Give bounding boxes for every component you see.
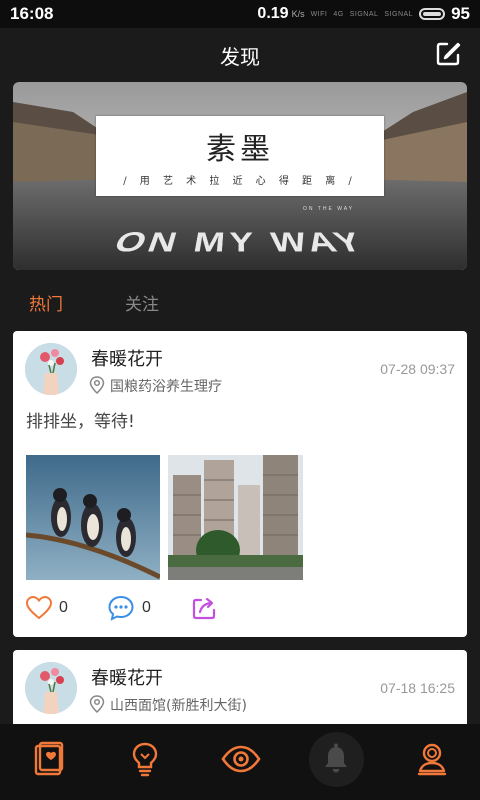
- banner-small-text: ON THE WAY: [303, 206, 355, 212]
- location-icon: [89, 376, 105, 394]
- page-title: 发现: [220, 45, 260, 69]
- signal-label-4g: 4G: [333, 10, 344, 18]
- network-speed: 0.19: [257, 5, 289, 22]
- post-location[interactable]: 国粮药浴养生理疗: [110, 376, 222, 396]
- status-bar: 16:08 0.19 K/s WIFI 4G SIGNAL SIGNAL 95: [0, 0, 480, 28]
- user-name[interactable]: 春暖花开: [91, 345, 163, 371]
- battery-icon: [419, 8, 446, 20]
- battery-level: 95: [451, 4, 470, 23]
- signal-label-2: SIGNAL: [384, 10, 414, 18]
- location-icon: [89, 695, 105, 713]
- banner-title: 素墨: [206, 132, 274, 167]
- banner-subtitle: / 用 艺 术 拉 近 心 得 距 离 /: [123, 176, 357, 187]
- banner-road-text: ON MY WAY: [107, 227, 373, 259]
- avatar[interactable]: [25, 662, 77, 714]
- post-location[interactable]: 山西面馆(新胜利大街): [110, 695, 247, 715]
- status-indicators: 0.19 K/s WIFI 4G SIGNAL SIGNAL 95: [257, 4, 470, 24]
- eye-icon[interactable]: [221, 741, 261, 777]
- banner[interactable]: 素墨 / 用 艺 术 拉 近 心 得 距 离 / ON THE WAY ON M…: [13, 82, 467, 270]
- share-icon[interactable]: [191, 595, 217, 621]
- bell-icon[interactable]: [320, 741, 352, 777]
- user-name[interactable]: 春暖花开: [91, 664, 163, 690]
- like-count: 0: [59, 599, 68, 616]
- tab-follow[interactable]: 关注: [125, 290, 159, 315]
- heart-icon[interactable]: [26, 595, 52, 621]
- post-time: 07-18 16:25: [380, 680, 455, 696]
- lightbulb-icon[interactable]: [129, 741, 161, 777]
- comment-icon[interactable]: [108, 595, 134, 621]
- post-photo-birds[interactable]: [26, 455, 160, 580]
- tab-hot[interactable]: 热门: [29, 290, 63, 315]
- comment-count: 0: [142, 599, 151, 616]
- post-time: 07-28 09:37: [380, 361, 455, 377]
- signal-label: SIGNAL: [349, 10, 379, 18]
- bottom-nav: [0, 724, 480, 800]
- banner-title-box: 素墨 / 用 艺 术 拉 近 心 得 距 离 /: [96, 116, 384, 196]
- wifi-label: WIFI: [310, 10, 328, 18]
- post-card[interactable]: 春暖花开 山西面馆(新胜利大街) 07-18 16:25: [13, 650, 467, 730]
- post-actions: 0 0: [13, 593, 467, 625]
- avatar[interactable]: [25, 343, 77, 395]
- status-time: 16:08: [10, 4, 54, 23]
- post-card[interactable]: 春暖花开 国粮药浴养生理疗 07-28 09:37 排排坐，等待! 0 0: [13, 331, 467, 637]
- edit-icon[interactable]: [434, 40, 462, 68]
- post-text: 排排坐，等待!: [26, 412, 135, 432]
- network-speed-unit: K/s: [291, 9, 305, 19]
- nav-bar: 发现: [0, 28, 480, 80]
- profile-icon[interactable]: [416, 741, 448, 777]
- feed-tabs: 热门 关注: [0, 280, 480, 324]
- book-icon[interactable]: [33, 741, 65, 777]
- post-photo-buildings[interactable]: [168, 455, 303, 580]
